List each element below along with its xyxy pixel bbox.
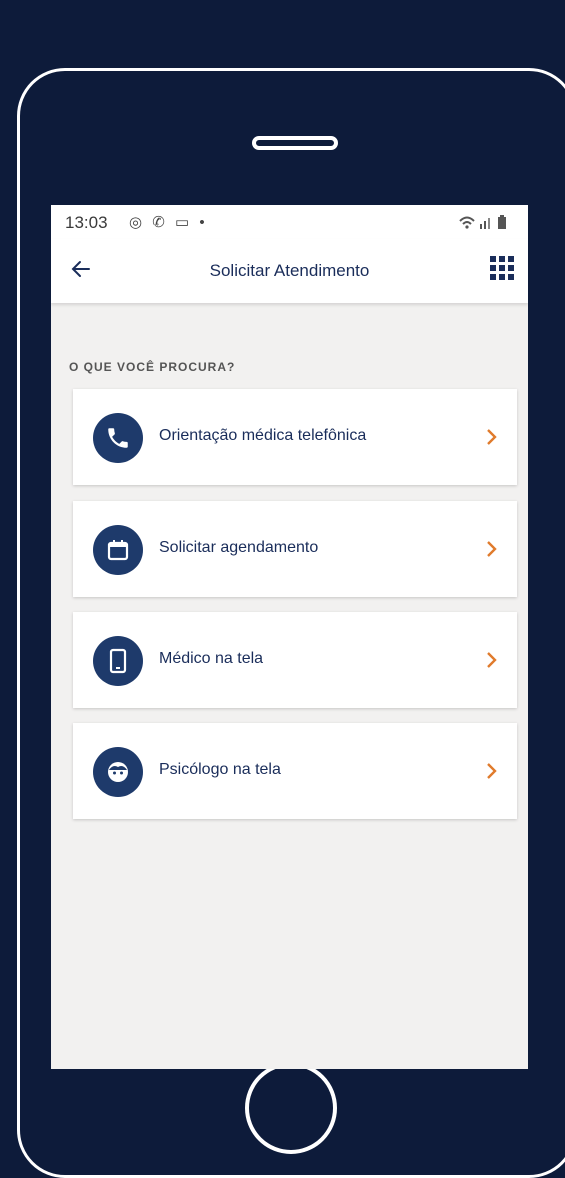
- status-time: 13:03: [65, 213, 108, 232]
- status-bar: 13:03 ◎ ✆ ▭ •: [51, 205, 528, 239]
- calendar-icon: [93, 525, 143, 575]
- option-orientacao-medica[interactable]: Orientação médica telefônica: [73, 389, 517, 485]
- grid-icon[interactable]: [490, 256, 514, 280]
- chevron-right-icon: [487, 541, 497, 557]
- option-medico-na-tela[interactable]: Médico na tela: [73, 612, 517, 708]
- phone-home-button[interactable]: [245, 1062, 337, 1154]
- option-label: Solicitar agendamento: [159, 539, 319, 556]
- chevron-right-icon: [487, 429, 497, 445]
- system-status-icons: [458, 214, 516, 233]
- chevron-right-icon: [487, 652, 497, 668]
- notification-icons: ◎ ✆ ▭ •: [129, 214, 208, 231]
- option-psicologo-na-tela[interactable]: Psicólogo na tela: [73, 723, 517, 819]
- option-label: Orientação médica telefônica: [159, 427, 367, 444]
- face-icon: [93, 747, 143, 797]
- option-solicitar-agendamento[interactable]: Solicitar agendamento: [73, 501, 517, 597]
- phone-speaker: [252, 136, 338, 150]
- option-label: Psicólogo na tela: [159, 761, 281, 778]
- page-title: Solicitar Atendimento: [209, 261, 370, 280]
- smartphone-icon: [93, 636, 143, 686]
- phone-icon: [93, 413, 143, 463]
- option-label: Médico na tela: [159, 650, 264, 667]
- app-screen: 13:03 ◎ ✆ ▭ • Solicitar Atendimento O QU…: [51, 205, 528, 1069]
- section-label: O QUE VOCÊ PROCURA?: [69, 360, 236, 374]
- chevron-right-icon: [487, 763, 497, 779]
- app-bar: Solicitar Atendimento: [51, 239, 528, 303]
- wifi-signal-battery-icon: [459, 215, 506, 229]
